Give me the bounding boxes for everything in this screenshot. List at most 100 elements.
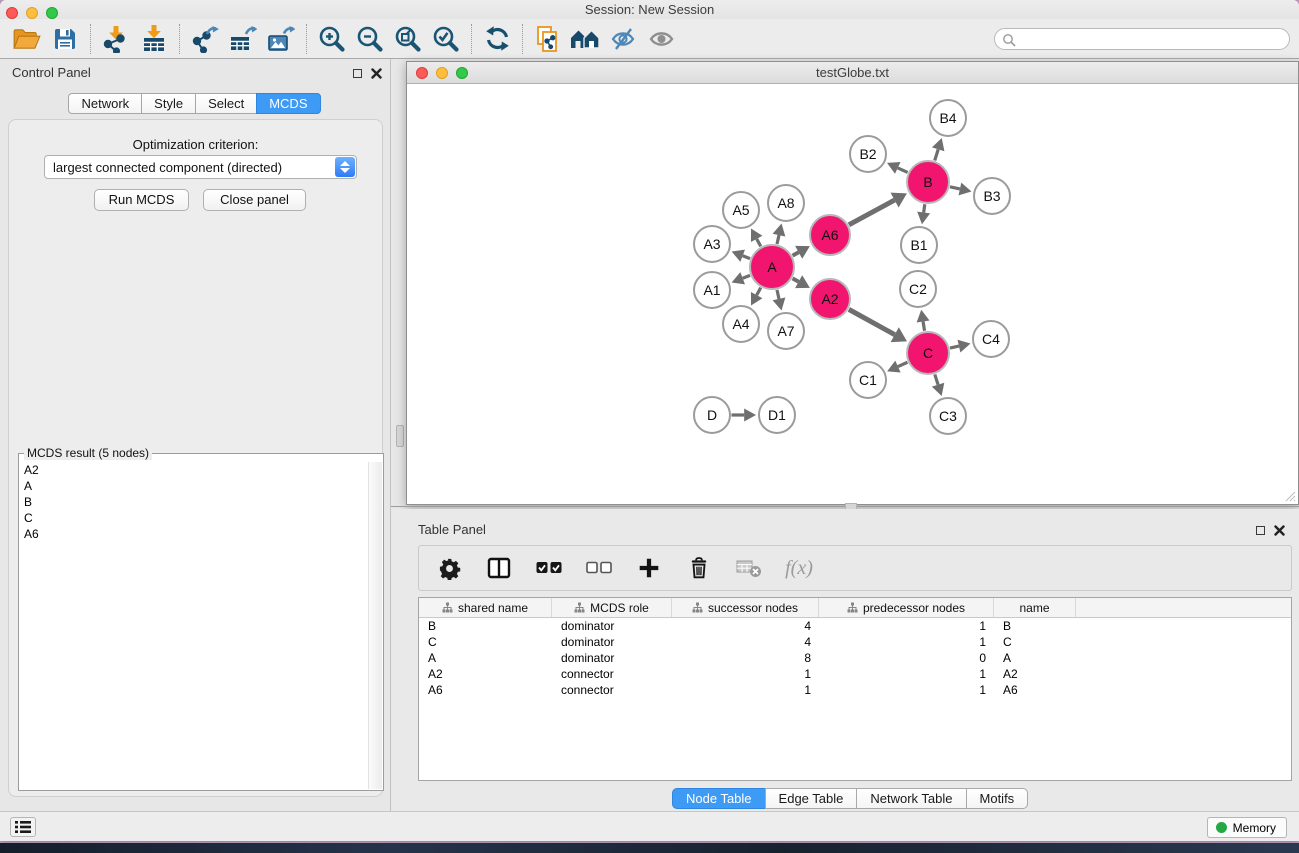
add-column-button[interactable]	[635, 554, 663, 582]
table-row[interactable]: Adominator80A	[419, 650, 1291, 666]
graph-edge[interactable]	[777, 290, 779, 299]
close-panel-button[interactable]: Close panel	[203, 189, 306, 211]
graph-edge[interactable]	[898, 362, 908, 366]
graph-node-A5[interactable]: A5	[723, 192, 759, 228]
graph-edge[interactable]	[935, 149, 938, 160]
tab-network-table[interactable]: Network Table	[856, 788, 966, 809]
export-network-button[interactable]	[186, 22, 224, 56]
function-builder-button[interactable]: f(x)	[785, 554, 813, 582]
mcds-result-scrollbar[interactable]	[368, 462, 382, 789]
export-table-button[interactable]	[224, 22, 262, 56]
graph-edge[interactable]	[777, 235, 779, 244]
graph-node-A4[interactable]: A4	[723, 306, 759, 342]
graph-node-B2[interactable]: B2	[850, 136, 886, 172]
search-input[interactable]	[1019, 30, 1281, 48]
deselect-all-button[interactable]	[585, 554, 613, 582]
float-panel-icon[interactable]	[353, 69, 362, 78]
graph-edge[interactable]	[923, 321, 924, 330]
graph-edge[interactable]	[849, 309, 895, 334]
mcds-result-item[interactable]: C	[20, 510, 368, 526]
clone-network-button[interactable]	[529, 22, 567, 56]
graph-node-B1[interactable]: B1	[901, 227, 937, 263]
open-session-button[interactable]	[8, 22, 46, 56]
save-session-button[interactable]	[46, 22, 84, 56]
search-field[interactable]	[994, 28, 1290, 50]
mcds-result-item[interactable]: A6	[20, 526, 368, 542]
graph-node-C2[interactable]: C2	[900, 271, 936, 307]
graph-edge[interactable]	[757, 239, 761, 247]
import-table-button[interactable]	[135, 22, 173, 56]
graph-edge[interactable]	[793, 278, 799, 281]
mcds-result-item[interactable]: B	[20, 494, 368, 510]
mcds-result-list[interactable]: A2ABCA6	[20, 462, 368, 789]
eye-slash-button[interactable]	[605, 22, 643, 56]
graph-node-A6[interactable]: A6	[810, 215, 850, 255]
mcds-result-item[interactable]: A2	[20, 462, 368, 478]
close-panel-icon[interactable]	[371, 68, 382, 79]
optimization-criterion-select[interactable]: largest connected component (directed)	[44, 155, 357, 179]
graph-node-A1[interactable]: A1	[694, 272, 730, 308]
zoom-in-button[interactable]	[313, 22, 351, 56]
run-mcds-button[interactable]: Run MCDS	[94, 189, 189, 211]
graph-edge[interactable]	[743, 275, 750, 278]
import-network-button[interactable]	[97, 22, 135, 56]
graph-node-C4[interactable]: C4	[973, 321, 1009, 357]
eye-button[interactable]	[643, 22, 681, 56]
graph-edge[interactable]	[849, 200, 895, 225]
graph-node-A8[interactable]: A8	[768, 185, 804, 221]
float-table-panel-icon[interactable]	[1256, 526, 1265, 535]
column-header-successor-nodes[interactable]: successor nodes	[672, 598, 819, 617]
graph-edge[interactable]	[950, 187, 960, 189]
column-header-predecessor-nodes[interactable]: predecessor nodes	[819, 598, 994, 617]
graph-node-B3[interactable]: B3	[974, 178, 1010, 214]
table-row[interactable]: A2connector11A2	[419, 666, 1291, 682]
home-panels-button[interactable]	[567, 22, 605, 56]
tab-select[interactable]: Select	[195, 93, 257, 114]
tab-motifs[interactable]: Motifs	[966, 788, 1029, 809]
graph-node-A2[interactable]: A2	[810, 279, 850, 319]
tab-mcds[interactable]: MCDS	[256, 93, 320, 114]
network-graph[interactable]: B4B2BB3A8A5A6A3B1AC2A1A2A4A7C4CC1DD1C3	[407, 84, 1298, 504]
graph-edge[interactable]	[757, 288, 761, 296]
tab-edge-table[interactable]: Edge Table	[765, 788, 858, 809]
graph-edge[interactable]	[898, 168, 908, 173]
zoom-fit-button[interactable]	[389, 22, 427, 56]
table-row[interactable]: A6connector11A6	[419, 682, 1291, 698]
task-history-button[interactable]	[10, 817, 36, 837]
graph-edge[interactable]	[793, 252, 799, 255]
close-table-panel-icon[interactable]	[1274, 525, 1285, 536]
tab-network[interactable]: Network	[68, 93, 142, 114]
graph-node-A[interactable]: A	[750, 245, 794, 289]
graph-node-D1[interactable]: D1	[759, 397, 795, 433]
graph-node-C1[interactable]: C1	[850, 362, 886, 398]
graph-edge[interactable]	[950, 346, 959, 348]
tab-node-table[interactable]: Node Table	[672, 788, 766, 809]
select-all-button[interactable]	[535, 554, 563, 582]
graph-node-B4[interactable]: B4	[930, 100, 966, 136]
memory-button[interactable]: Memory	[1207, 817, 1287, 838]
resize-grip-icon[interactable]	[1283, 489, 1296, 502]
delete-column-button[interactable]	[685, 554, 713, 582]
graph-node-C[interactable]: C	[907, 332, 949, 374]
column-header-mcds-role[interactable]: MCDS role	[552, 598, 672, 617]
tab-style[interactable]: Style	[141, 93, 196, 114]
column-header-name[interactable]: name	[994, 598, 1076, 617]
gear-button[interactable]	[435, 554, 463, 582]
graph-node-B[interactable]: B	[907, 161, 949, 203]
vertical-splitter-handle[interactable]	[396, 425, 404, 447]
table-row[interactable]: Bdominator41B	[419, 618, 1291, 634]
graph-node-C3[interactable]: C3	[930, 398, 966, 434]
columns-button[interactable]	[485, 554, 513, 582]
graph-node-A7[interactable]: A7	[768, 313, 804, 349]
zoom-selected-button[interactable]	[427, 22, 465, 56]
graph-edge[interactable]	[935, 374, 938, 384]
graph-edge[interactable]	[743, 256, 750, 259]
table-row[interactable]: Cdominator41C	[419, 634, 1291, 650]
graph-edge[interactable]	[924, 204, 925, 212]
delete-table-button[interactable]	[735, 554, 763, 582]
zoom-out-button[interactable]	[351, 22, 389, 56]
mcds-result-item[interactable]: A	[20, 478, 368, 494]
graph-node-A3[interactable]: A3	[694, 226, 730, 262]
refresh-button[interactable]	[478, 22, 516, 56]
export-image-button[interactable]	[262, 22, 300, 56]
